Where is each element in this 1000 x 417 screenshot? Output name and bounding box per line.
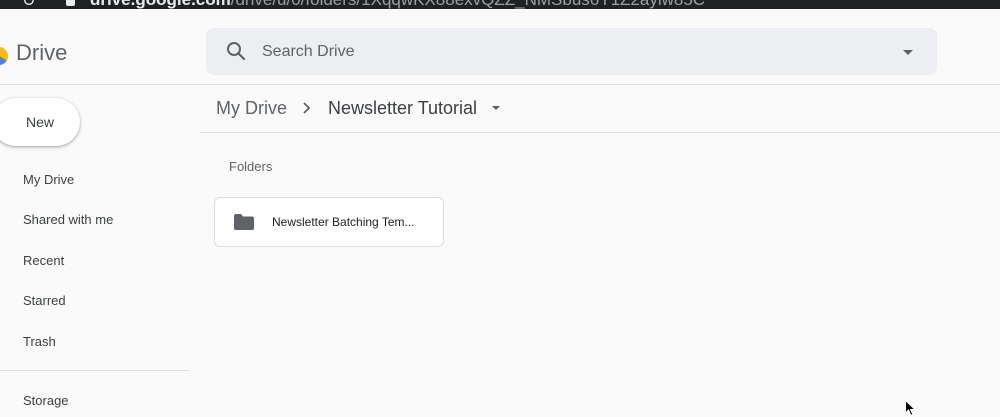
url-path: /drive/u/0/folders/1XqqwKX88exvQZZ_NMSbu… [231, 0, 705, 9]
search-icon[interactable] [224, 39, 248, 63]
new-button[interactable]: New [0, 98, 80, 146]
breadcrumb-current-folder[interactable]: Newsletter Tutorial [328, 98, 477, 119]
lock-icon [66, 0, 75, 6]
sidebar: New My Drive Shared with me Recent Starr… [0, 86, 200, 417]
sidebar-item-recent[interactable]: Recent [23, 253, 64, 268]
sidebar-item-storage[interactable]: Storage [23, 393, 69, 408]
folder-name: Newsletter Batching Tem... [272, 215, 415, 229]
search-bar[interactable] [206, 28, 937, 75]
content-divider [200, 132, 1000, 133]
app-header: Drive [0, 9, 1000, 85]
reload-icon[interactable]: ↻ [22, 0, 35, 9]
chevron-right-icon [303, 102, 311, 114]
app-name[interactable]: Drive [16, 40, 67, 66]
breadcrumb-root[interactable]: My Drive [216, 98, 287, 119]
folder-icon [234, 214, 254, 230]
search-input[interactable] [262, 40, 862, 64]
folder-menu-dropdown-icon[interactable] [489, 101, 503, 115]
folder-card[interactable]: Newsletter Batching Tem... [214, 197, 444, 247]
sidebar-item-my-drive[interactable]: My Drive [23, 172, 74, 187]
sidebar-item-starred[interactable]: Starred [23, 293, 66, 308]
address-url[interactable]: drive.google.com/drive/u/0/folders/1Xqqw… [90, 0, 705, 9]
url-host: drive.google.com [90, 0, 231, 9]
folders-section-title: Folders [229, 159, 273, 174]
sidebar-divider [0, 370, 189, 371]
sidebar-item-shared-with-me[interactable]: Shared with me [23, 212, 113, 227]
browser-address-bar: ↻ drive.google.com/drive/u/0/folders/1Xq… [0, 0, 1000, 9]
drive-logo-icon[interactable] [0, 47, 8, 65]
mouse-pointer-icon [905, 400, 916, 416]
search-options-dropdown-icon[interactable] [900, 44, 916, 60]
sidebar-item-trash[interactable]: Trash [23, 334, 56, 349]
